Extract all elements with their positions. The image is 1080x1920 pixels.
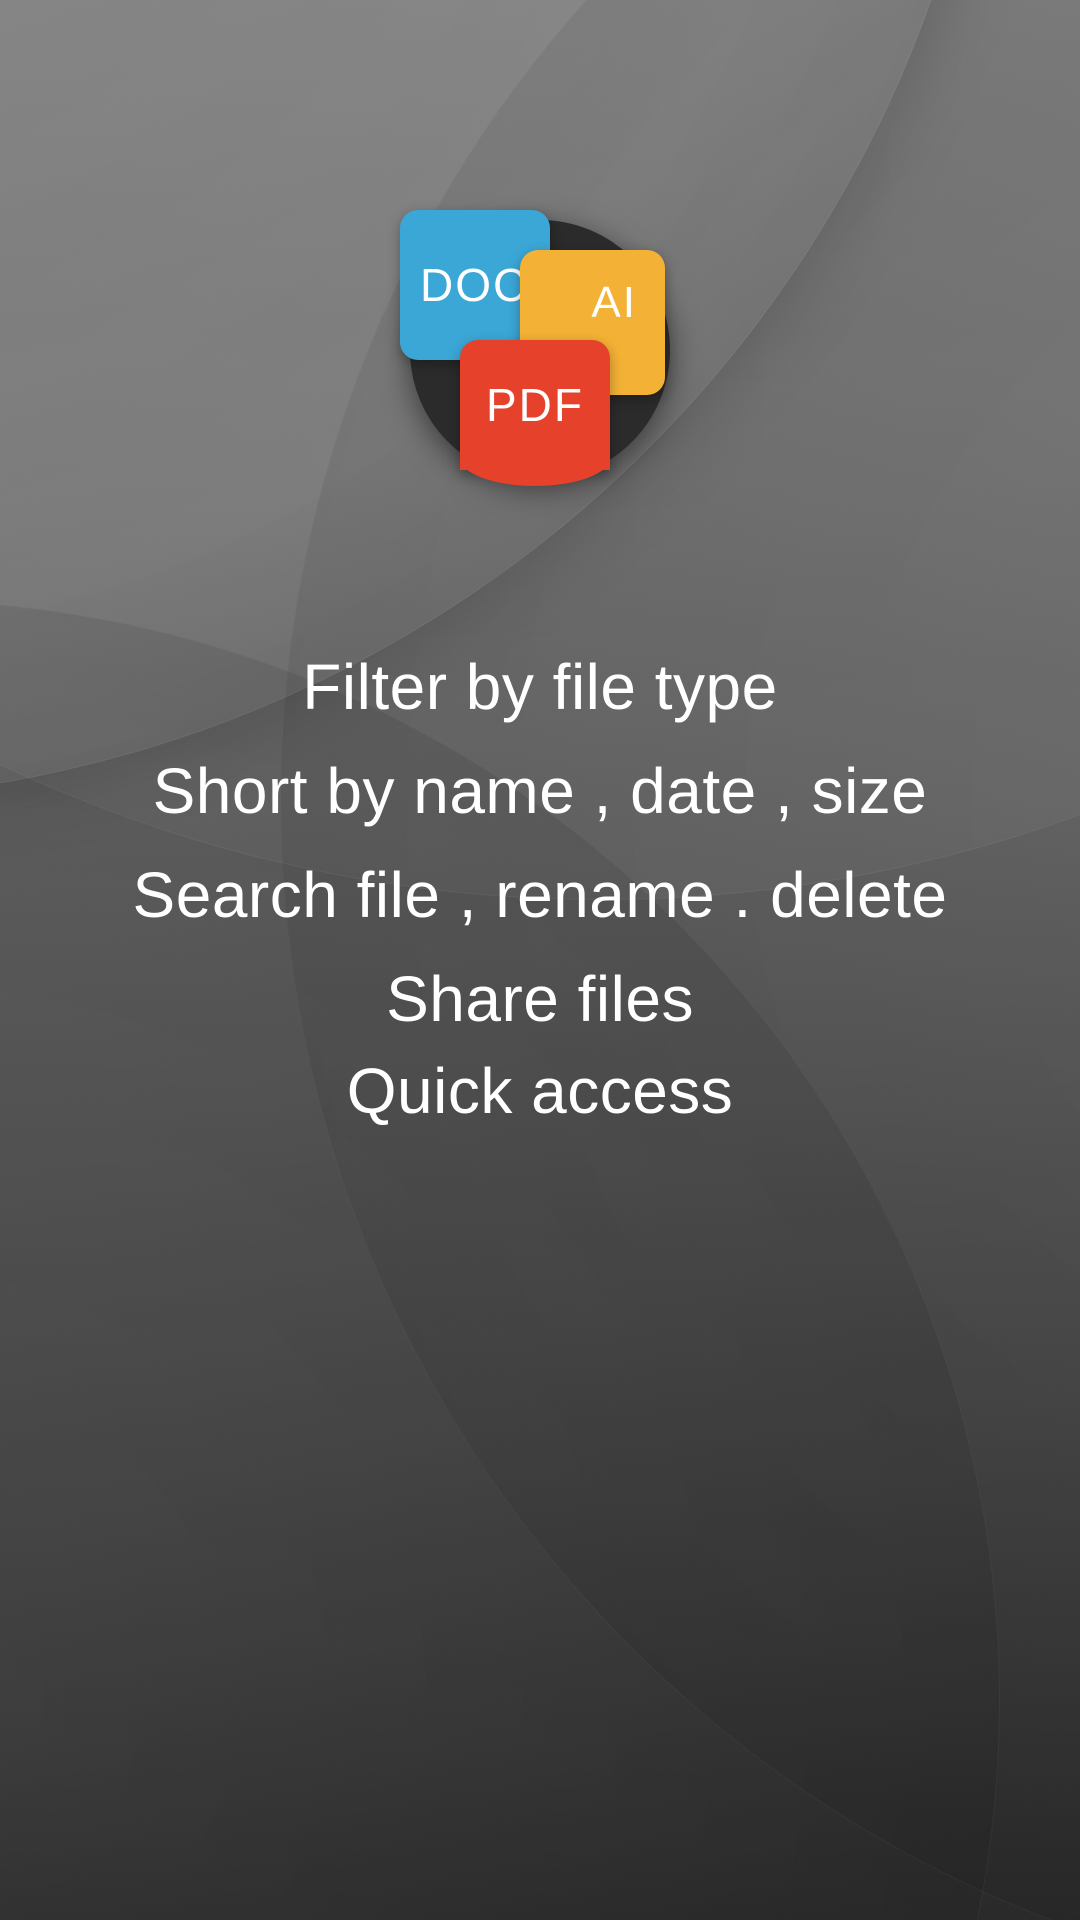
app-logo: DOC AI PDF: [400, 200, 680, 480]
splash-content: DOC AI PDF Filter by file type Short by …: [0, 0, 1080, 1920]
feature-filter: Filter by file type: [302, 650, 777, 724]
doc-label: DOC: [420, 258, 528, 312]
feature-list: Filter by file type Short by name , date…: [133, 650, 948, 1128]
feature-quick: Quick access: [347, 1054, 734, 1128]
feature-share: Share files: [386, 962, 694, 1036]
ai-label: AI: [591, 278, 637, 328]
feature-sort: Short by name , date , size: [153, 754, 928, 828]
feature-search: Search file , rename . delete: [133, 858, 948, 932]
pdf-card-icon: PDF: [460, 340, 610, 470]
pdf-label: PDF: [486, 378, 584, 432]
